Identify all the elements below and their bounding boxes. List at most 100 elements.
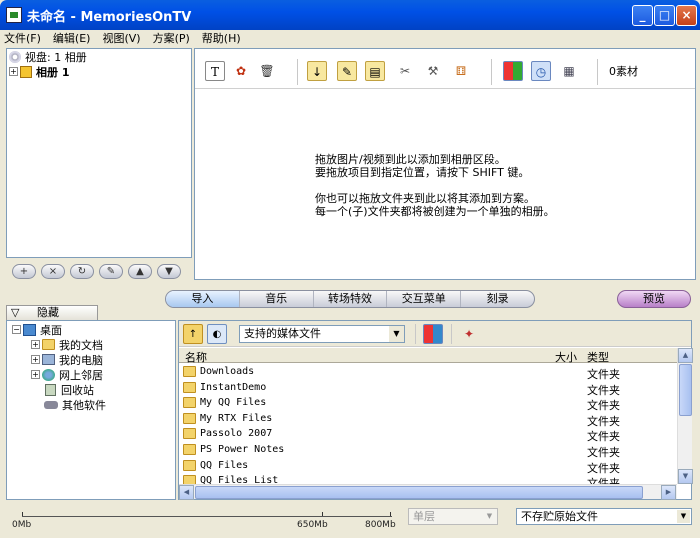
horizontal-scrollbar[interactable]: ◀ ▶ [179,484,677,500]
move-down-button[interactable]: ▼ [157,264,181,279]
tree-node-my-documents[interactable]: + 我的文档 [7,337,175,352]
file-type: 文件夹 [587,477,620,484]
desktop-icon [23,323,36,336]
album-label: 相册 1 [36,65,70,79]
tab-transitions[interactable]: 转场特效 [314,291,388,307]
chevron-down-icon[interactable]: ▼ [677,510,690,523]
add-album-button[interactable]: + [12,264,36,279]
file-row[interactable]: QQ Files List 文件夹 [179,473,675,484]
disc-capacity-bar [22,507,392,517]
tab-burn[interactable]: 刻录 [461,291,534,307]
hide-panel-tab[interactable]: ▽ 隐藏 [6,305,98,320]
tree-node-network[interactable]: + 网上邻居 [7,367,175,382]
expand-icon[interactable]: + [31,340,40,349]
scroll-right-icon[interactable]: ▶ [661,485,676,500]
list-view-icon[interactable]: ▦ [559,61,579,81]
tree-node-desktop[interactable]: − 桌面 [7,322,175,337]
tree-node-my-computer[interactable]: + 我的电脑 [7,352,175,367]
settings-gear-icon[interactable]: ✿ [231,61,251,81]
menu-edit[interactable]: 编辑(E) [53,30,91,46]
folder-icon [183,459,196,471]
minimize-button[interactable]: _ [632,5,653,26]
menu-view[interactable]: 视图(V) [102,30,140,46]
file-name: QQ Files [200,459,249,471]
maximize-button[interactable]: □ [654,5,675,26]
tools-icon[interactable]: ✂ [395,61,415,81]
album-icon [20,65,32,78]
title-bar: 未命名 - MemoriesOnTV _ □ × [0,0,700,30]
folder-icon [42,339,55,350]
recycle-bin-icon [45,383,56,396]
menu-help[interactable]: 帮助(H) [202,30,241,46]
file-name: Downloads [200,366,255,377]
capacity-label-0: 0Mb [12,520,32,530]
drop-hint-line: 每一个(子)文件夹都将被创建为一个单独的相册。 [315,205,555,218]
file-row[interactable]: Passolo 2007 文件夹 [179,426,675,443]
expand-icon[interactable]: + [9,67,18,76]
file-name: QQ Files List [200,475,279,484]
hide-label: 隐藏 [36,306,59,319]
scroll-left-icon[interactable]: ◀ [179,485,194,500]
file-name: PS Power Notes [200,444,285,455]
tree-node-recycle-bin[interactable]: 回收站 [7,382,175,397]
chevron-down-icon[interactable]: ▼ [483,510,496,523]
text-icon[interactable]: T [205,61,225,81]
preview-button[interactable]: 预览 [617,290,691,308]
tree-label: 网上邻居 [59,368,103,382]
tree-label: 我的电脑 [59,353,103,367]
folder-icon [183,475,196,484]
folder-tree: − 桌面 + 我的文档 + 我的电脑 + 网上邻居 回收站 其他软件 [6,320,176,500]
scroll-thumb[interactable] [679,364,692,416]
expand-icon[interactable]: + [31,355,40,364]
timeline-view-icon[interactable]: ◷ [531,61,551,81]
trash-icon[interactable]: 🗑 [257,61,277,81]
file-row[interactable]: My RTX Files 文件夹 [179,411,675,428]
scroll-thumb[interactable] [195,486,643,499]
folder-icon [183,381,196,393]
wrench-icon[interactable]: ⚒ [423,61,443,81]
file-row[interactable]: Downloads 文件夹 [179,364,675,381]
file-row[interactable]: InstantDemo 文件夹 [179,380,675,397]
vertical-scrollbar[interactable]: ▲ ▼ [677,348,693,484]
tab-music[interactable]: 音乐 [240,291,314,307]
file-row[interactable]: QQ Files 文件夹 [179,458,675,475]
scroll-up-icon[interactable]: ▲ [678,348,693,363]
tab-interactive-menu[interactable]: 交互菜单 [387,291,462,307]
edit-album-button[interactable]: ✎ [99,264,123,279]
tree-node-other-software[interactable]: 其他软件 [7,397,175,412]
thumbnail-view-icon[interactable] [503,61,523,81]
edit-photo-icon[interactable]: ✎ [337,61,357,81]
window-title: 未命名 - MemoriesOnTV [27,9,192,25]
delete-album-button[interactable]: × [41,264,65,279]
file-name: My QQ Files [200,397,267,409]
scroll-down-icon[interactable]: ▼ [678,469,693,484]
collapse-icon[interactable]: − [12,325,21,334]
folder-icon [183,397,196,409]
save-photo-icon[interactable]: ▤ [365,61,385,81]
disc-node[interactable]: 视盘: 1 相册 [7,49,191,64]
menu-project[interactable]: 方案(P) [153,30,190,46]
folder-icon [183,428,196,440]
album-tree: 视盘: 1 相册 + 相册 1 [6,48,192,258]
file-row[interactable]: PS Power Notes 文件夹 [179,442,675,459]
app-icon [6,7,22,23]
folder-icon [183,444,196,455]
close-button[interactable]: × [676,5,697,26]
drop-hint-text: 拖放图片/视频到此以添加到相册区段。 要拖放项目到指定位置，请按下 SHIFT … [315,153,645,218]
file-row[interactable]: My QQ Files 文件夹 [179,395,675,412]
expand-icon[interactable]: + [31,370,40,379]
disc-layer-select[interactable]: 单层 ▼ [408,508,498,525]
tab-import[interactable]: 导入 [166,291,240,307]
move-up-button[interactable]: ▲ [128,264,152,279]
folder-icon [183,412,196,424]
disc-label: 视盘: 1 相册 [25,50,87,64]
folder-icon [183,366,196,377]
menu-file[interactable]: 文件(F) [4,30,41,46]
album-node[interactable]: + 相册 1 [7,64,191,79]
capacity-label-650: 650Mb [297,520,328,530]
import-photo-icon[interactable]: ↓ [307,61,327,81]
refresh-album-button[interactable]: ↻ [70,264,94,279]
file-name: My RTX Files [200,412,273,424]
save-original-select[interactable]: 不存贮原始文件 ▼ [516,508,692,525]
dice-icon[interactable]: ⚅ [451,61,471,81]
